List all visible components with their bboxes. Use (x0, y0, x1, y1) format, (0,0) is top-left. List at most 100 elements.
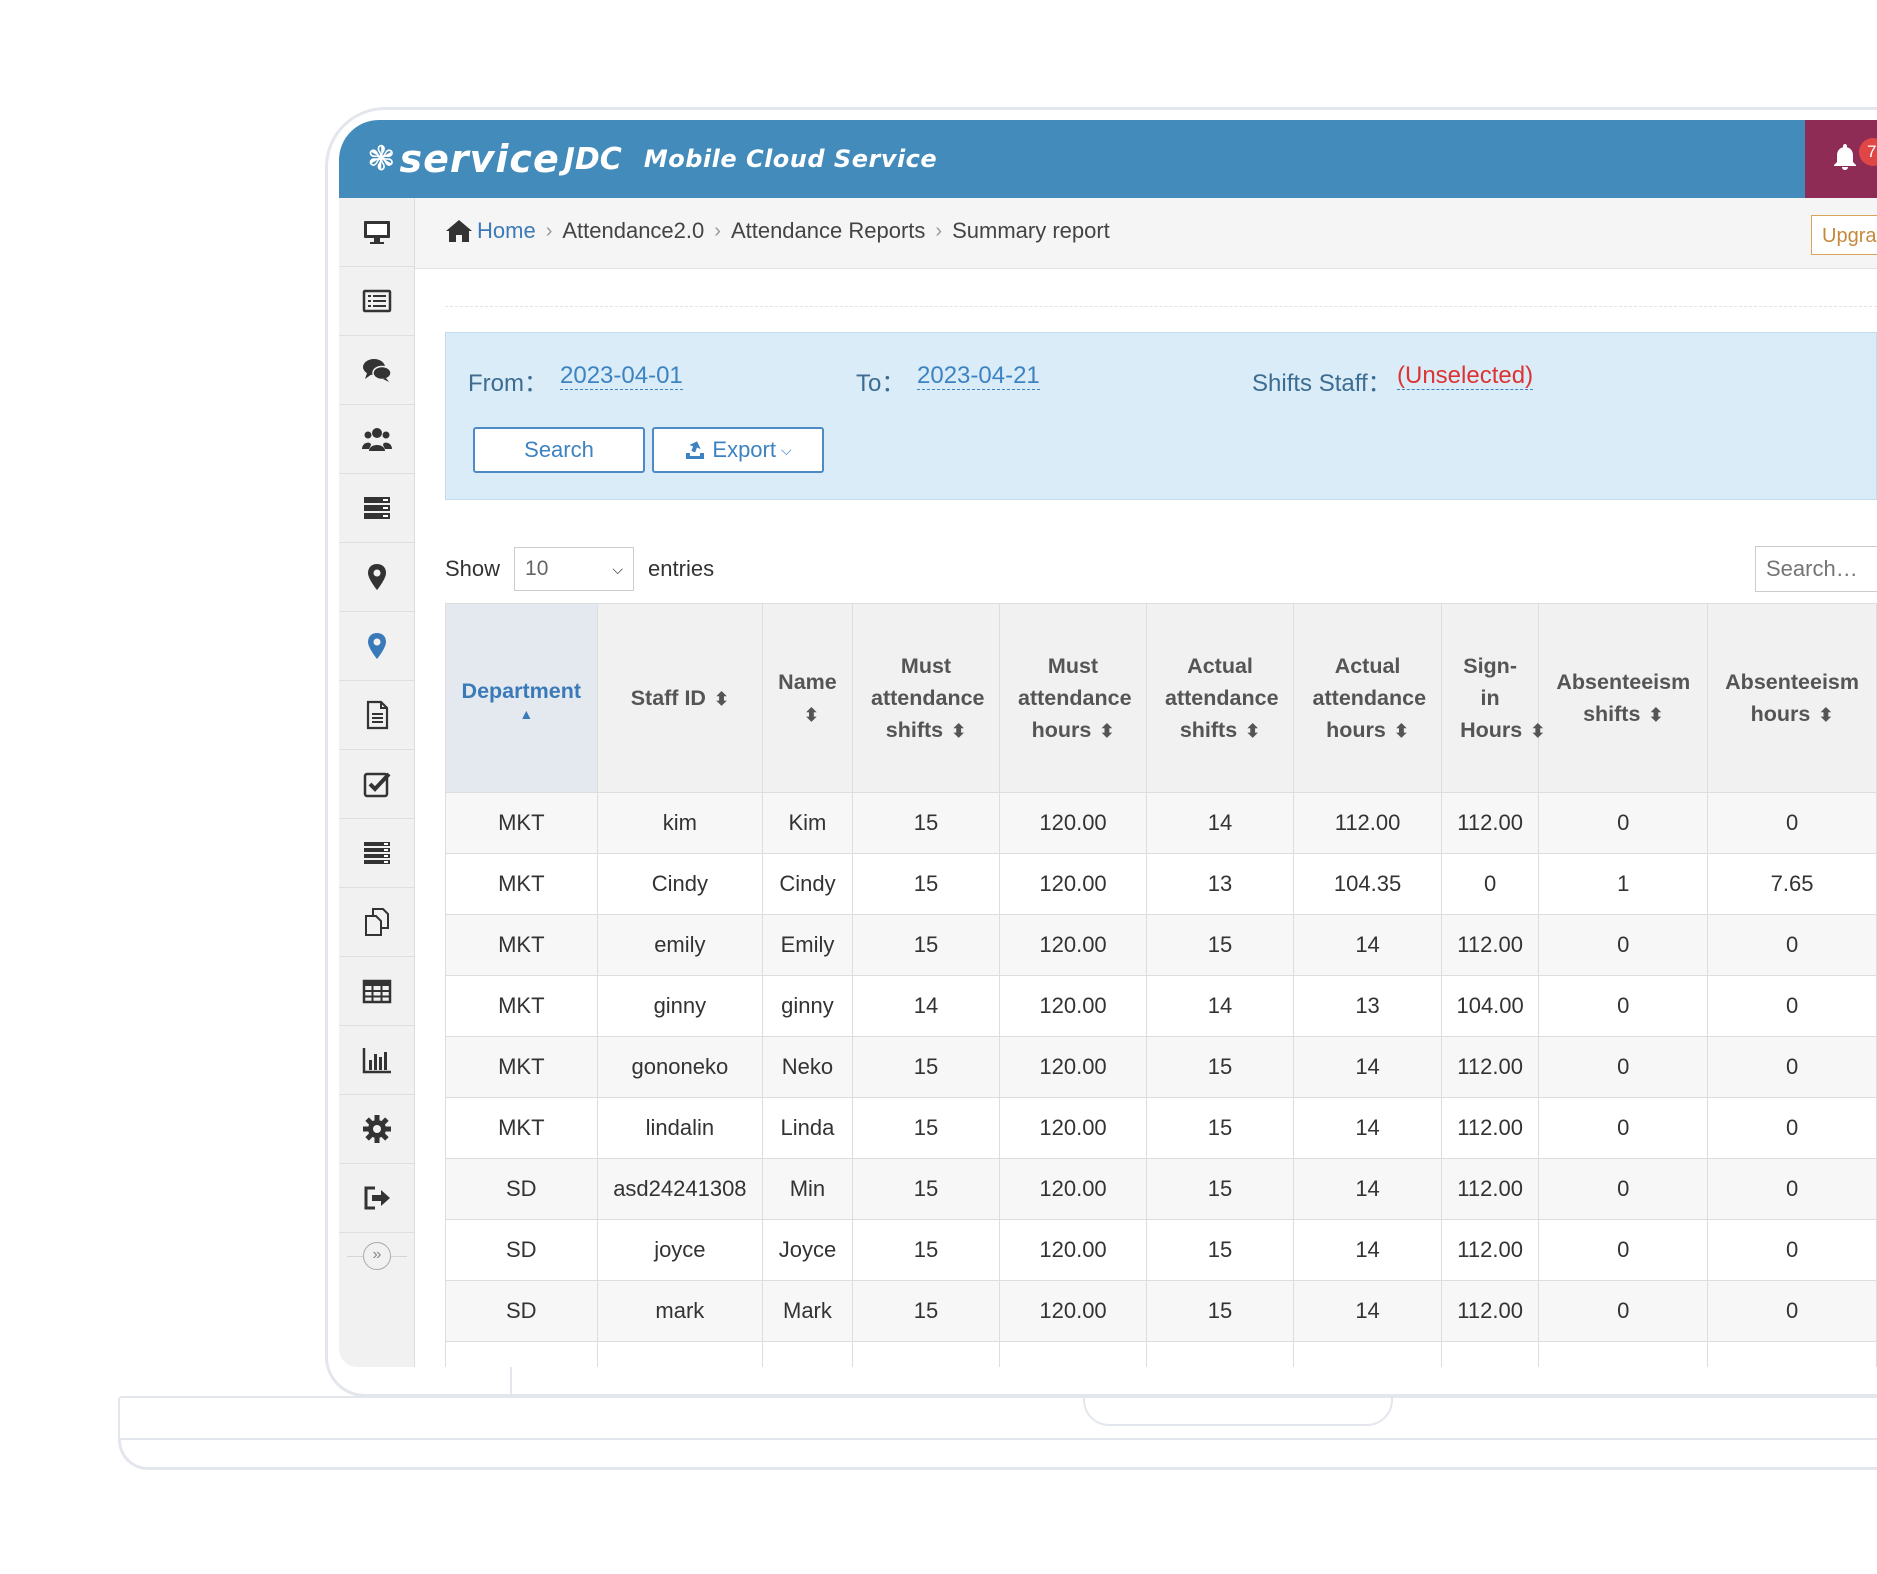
column-header-actual-hours[interactable]: Actual attendance hours ⬍ (1293, 603, 1442, 793)
table-icon (362, 979, 391, 1004)
logo-text: service (399, 137, 560, 181)
cell-absent-hours: 0 (1707, 975, 1877, 1037)
table-row[interactable]: MKT kim Kim 15 120.00 14 112.00 112.00 0 0 (445, 792, 1877, 854)
main-content: Home › Attendance2.0 › Attendance Report… (415, 198, 1877, 1367)
cell-department: MKT (445, 1036, 598, 1098)
notification-button[interactable]: 7 (1805, 120, 1877, 198)
laptop-notch (1083, 1398, 1393, 1426)
to-date-field[interactable]: 2023-04-21 (917, 363, 1040, 390)
table-row[interactable]: MKT Cindy Cindy 15 120.00 13 104.35 0 1 7.65 (445, 853, 1877, 915)
home-icon[interactable] (445, 218, 473, 244)
sidebar-item-list[interactable] (339, 267, 414, 336)
chevron-down-icon: ⌵ (780, 441, 792, 458)
table-row[interactable]: MKT gononeko Neko 15 120.00 15 14 112.00 0 0 (445, 1036, 1877, 1098)
column-label: Department (461, 679, 582, 703)
breadcrumb-attendance[interactable]: Attendance2.0 (562, 218, 704, 244)
cell-empty (851, 1341, 1001, 1367)
cell-empty (1440, 1341, 1540, 1367)
breadcrumb-home[interactable]: Home (477, 218, 536, 244)
cell-absent-shifts: 0 (1538, 792, 1709, 854)
upgrade-button[interactable]: Upgra (1811, 215, 1877, 255)
shifts-staff-selector[interactable]: (Unselected) (1397, 363, 1534, 390)
sidebar-item-table[interactable] (339, 957, 414, 1026)
cell-department: MKT (445, 914, 598, 976)
cell-absent-shifts: 0 (1538, 1219, 1709, 1281)
logo[interactable]: ❃ service JDC Mobile Cloud Service (367, 136, 937, 182)
sidebar-item-settings[interactable] (339, 1095, 414, 1164)
table-row[interactable]: SD asd24241308 Min 15 120.00 15 14 112.00 0 0 (445, 1158, 1877, 1220)
table-row[interactable]: MKT emily Emily 15 120.00 15 14 112.00 0 0 (445, 914, 1877, 976)
sidebar-collapse-toggle[interactable]: » (347, 1234, 407, 1278)
sort-icon: ⬍ (1245, 720, 1261, 741)
cell-signin-hours: 104.00 (1440, 975, 1540, 1037)
monitor-icon (363, 221, 390, 244)
column-label: Must attendance shifts (871, 653, 985, 742)
cell-actual-shifts: 15 (1145, 1097, 1295, 1159)
sort-icon: ⬍ (1818, 704, 1834, 725)
table-header-row: Department ▲ Staff ID ⬍ Name ⬍ Must attenda… (445, 603, 1877, 793)
column-header-must-shifts[interactable]: Must attendance shifts ⬍ (851, 603, 1001, 793)
cell-staff-id: gononeko (596, 1036, 764, 1098)
column-header-signin-hours[interactable]: Sign-in Hours ⬍ (1440, 603, 1545, 793)
sidebar: » (339, 198, 415, 1367)
cell-actual-shifts: 15 (1145, 1036, 1295, 1098)
gear-icon (362, 1115, 391, 1143)
sidebar-item-charts[interactable] (339, 1026, 414, 1095)
laptop-base-bottom (118, 1440, 1877, 1470)
column-label: Sign-in Hours (1460, 653, 1523, 742)
table-row[interactable]: SD joyce Joyce 15 120.00 15 14 112.00 0 0 (445, 1219, 1877, 1281)
cell-actual-shifts: 15 (1145, 1280, 1295, 1342)
breadcrumb: Home › Attendance2.0 › Attendance Report… (445, 218, 1110, 244)
cell-signin-hours: 112.00 (1440, 914, 1540, 976)
column-header-name[interactable]: Name ⬍ (762, 603, 853, 793)
breadcrumb-reports[interactable]: Attendance Reports (731, 218, 925, 244)
cell-absent-hours: 0 (1707, 1219, 1877, 1281)
export-button[interactable]: Export ⌵ (652, 427, 824, 473)
sidebar-item-servers[interactable] (339, 474, 414, 543)
cell-staff-id: joyce (596, 1219, 764, 1281)
column-header-staff-id[interactable]: Staff ID ⬍ (596, 603, 764, 793)
sort-icon: ⬍ (1530, 720, 1546, 741)
cell-absent-shifts: 0 (1538, 1036, 1709, 1098)
column-label: Absenteeism shifts (1556, 669, 1691, 726)
column-header-department[interactable]: Department ▲ (445, 603, 598, 793)
table-row-partial[interactable] (445, 1341, 1877, 1367)
table-row[interactable]: MKT ginny ginny 14 120.00 14 13 104.00 0 0 (445, 975, 1877, 1037)
search-button[interactable]: Search (473, 427, 645, 473)
cell-signin-hours: 112.00 (1440, 792, 1540, 854)
cell-must-shifts: 15 (851, 1280, 1001, 1342)
cell-name: Mark (762, 1280, 853, 1342)
sidebar-item-location-active[interactable] (339, 612, 414, 681)
table-row[interactable]: MKT lindalin Linda 15 120.00 15 14 112.00 0 0 (445, 1097, 1877, 1159)
sidebar-item-copies[interactable] (339, 888, 414, 957)
column-header-must-hours[interactable]: Must attendance hours ⬍ (999, 603, 1147, 793)
column-header-absent-shifts[interactable]: Absenteeism shifts ⬍ (1538, 603, 1709, 793)
cell-actual-hours: 14 (1293, 1219, 1442, 1281)
sidebar-item-logout[interactable] (339, 1164, 414, 1233)
sidebar-item-messages[interactable] (339, 336, 414, 405)
cell-must-hours: 120.00 (999, 1219, 1147, 1281)
cell-department: SD (445, 1280, 598, 1342)
table-row[interactable]: SD mark Mark 15 120.00 15 14 112.00 0 0 (445, 1280, 1877, 1342)
from-date-field[interactable]: 2023-04-01 (560, 363, 683, 390)
cell-absent-shifts: 1 (1538, 853, 1709, 915)
cell-must-shifts: 15 (851, 853, 1001, 915)
sidebar-item-location[interactable] (339, 543, 414, 612)
laptop-base (118, 1396, 1877, 1440)
sidebar-item-tasks[interactable] (339, 750, 414, 819)
sidebar-item-documents[interactable] (339, 681, 414, 750)
sidebar-item-records[interactable] (339, 819, 414, 888)
column-header-actual-shifts[interactable]: Actual attendance shifts ⬍ (1145, 603, 1295, 793)
cell-staff-id: kim (596, 792, 764, 854)
page-size-select[interactable]: 10 ⌵ (514, 547, 635, 591)
cell-empty (1538, 1341, 1709, 1367)
column-header-absent-hours[interactable]: Absenteeism hours ⬍ (1707, 603, 1877, 793)
laptop-hinge (510, 1366, 522, 1398)
cell-must-shifts: 15 (851, 792, 1001, 854)
entries-label: entries (648, 556, 715, 581)
sidebar-item-dashboard[interactable] (339, 198, 414, 267)
sidebar-item-users[interactable] (339, 405, 414, 474)
cell-empty (1707, 1341, 1877, 1367)
table-search-input[interactable] (1755, 546, 1877, 592)
cell-must-hours: 120.00 (999, 914, 1147, 976)
